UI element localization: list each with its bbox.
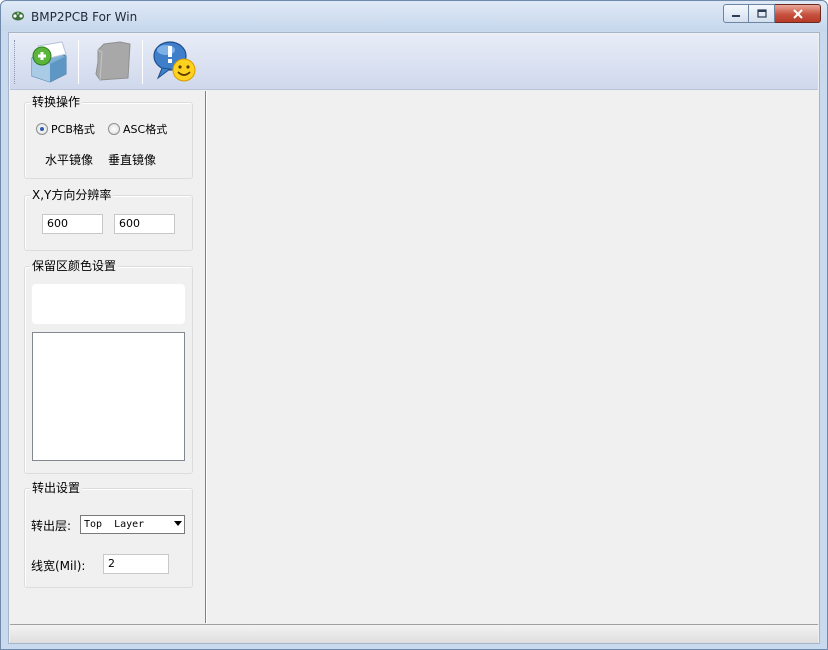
mirror-vertical-button[interactable]: 垂直镜像 <box>108 151 156 168</box>
maximize-icon <box>756 9 767 18</box>
output-group-title: 转出设置 <box>30 481 83 495</box>
output-layer-label: 转出层: <box>31 519 72 533</box>
preview-area[interactable] <box>208 91 818 623</box>
close-icon <box>792 8 803 19</box>
color-group-title: 保留区颜色设置 <box>30 259 119 273</box>
toolbar-separator <box>142 40 143 84</box>
minimize-icon <box>732 14 740 17</box>
caption-buttons <box>723 4 821 24</box>
radio-indicator <box>108 123 120 135</box>
line-width-input[interactable]: 2 <box>103 554 169 574</box>
chevron-down-icon <box>174 521 182 526</box>
mirror-horizontal-button[interactable]: 水平镜像 <box>45 151 93 168</box>
output-layer-select[interactable]: Top Layer <box>80 515 185 534</box>
toolbar-separator <box>78 40 79 84</box>
toolbar-grip[interactable] <box>14 40 17 84</box>
resolution-group: X,Y方向分辨率 600 600 <box>24 188 193 251</box>
maximize-button[interactable] <box>749 4 775 23</box>
close-button[interactable] <box>775 4 821 23</box>
convert-button[interactable] <box>22 38 74 86</box>
settings-panel: 转换操作 PCB格式 ASC格式 水平镜像 垂直镜像 X,Y方向分辨率 600 … <box>10 91 205 623</box>
convert-group: 转换操作 PCB格式 ASC格式 水平镜像 垂直镜像 <box>24 95 193 179</box>
panel-splitter[interactable] <box>205 91 207 623</box>
app-window: BMP2PCB For Win 转换操作 PCB格式 ASC格式 水平镜像 垂直… <box>0 0 828 650</box>
minimize-button[interactable] <box>723 4 749 23</box>
asc-format-label: ASC格式 <box>123 123 168 136</box>
color-group: 保留区颜色设置 <box>24 259 193 474</box>
color-preview[interactable] <box>32 284 185 324</box>
asc-format-radio[interactable]: ASC格式 <box>108 121 167 137</box>
pcb-format-radio[interactable]: PCB格式 <box>36 121 95 137</box>
client-area: 转换操作 PCB格式 ASC格式 水平镜像 垂直镜像 X,Y方向分辨率 600 … <box>8 32 820 644</box>
image-button[interactable] <box>84 38 136 86</box>
output-group: 转出设置 转出层: Top Layer 线宽(Mil): 2 <box>24 481 193 588</box>
help-button[interactable] <box>148 38 200 86</box>
color-list[interactable] <box>32 332 185 461</box>
resolution-group-title: X,Y方向分辨率 <box>30 188 114 202</box>
app-icon <box>12 11 24 21</box>
line-width-label: 线宽(Mil): <box>31 559 86 573</box>
convert-icon <box>31 41 67 83</box>
convert-group-title: 转换操作 <box>30 95 83 109</box>
toolbar <box>10 34 818 90</box>
title-bar[interactable]: BMP2PCB For Win <box>1 1 827 31</box>
window-title: BMP2PCB For Win <box>31 10 138 24</box>
radio-indicator <box>36 123 48 135</box>
pcb-format-label: PCB格式 <box>51 123 95 136</box>
x-resolution-input[interactable]: 600 <box>42 214 103 234</box>
y-resolution-input[interactable]: 600 <box>114 214 175 234</box>
output-layer-value: Top Layer <box>84 519 145 530</box>
image-placeholder-icon <box>95 41 131 81</box>
status-bar <box>10 624 818 643</box>
help-smiley-icon <box>153 41 196 82</box>
